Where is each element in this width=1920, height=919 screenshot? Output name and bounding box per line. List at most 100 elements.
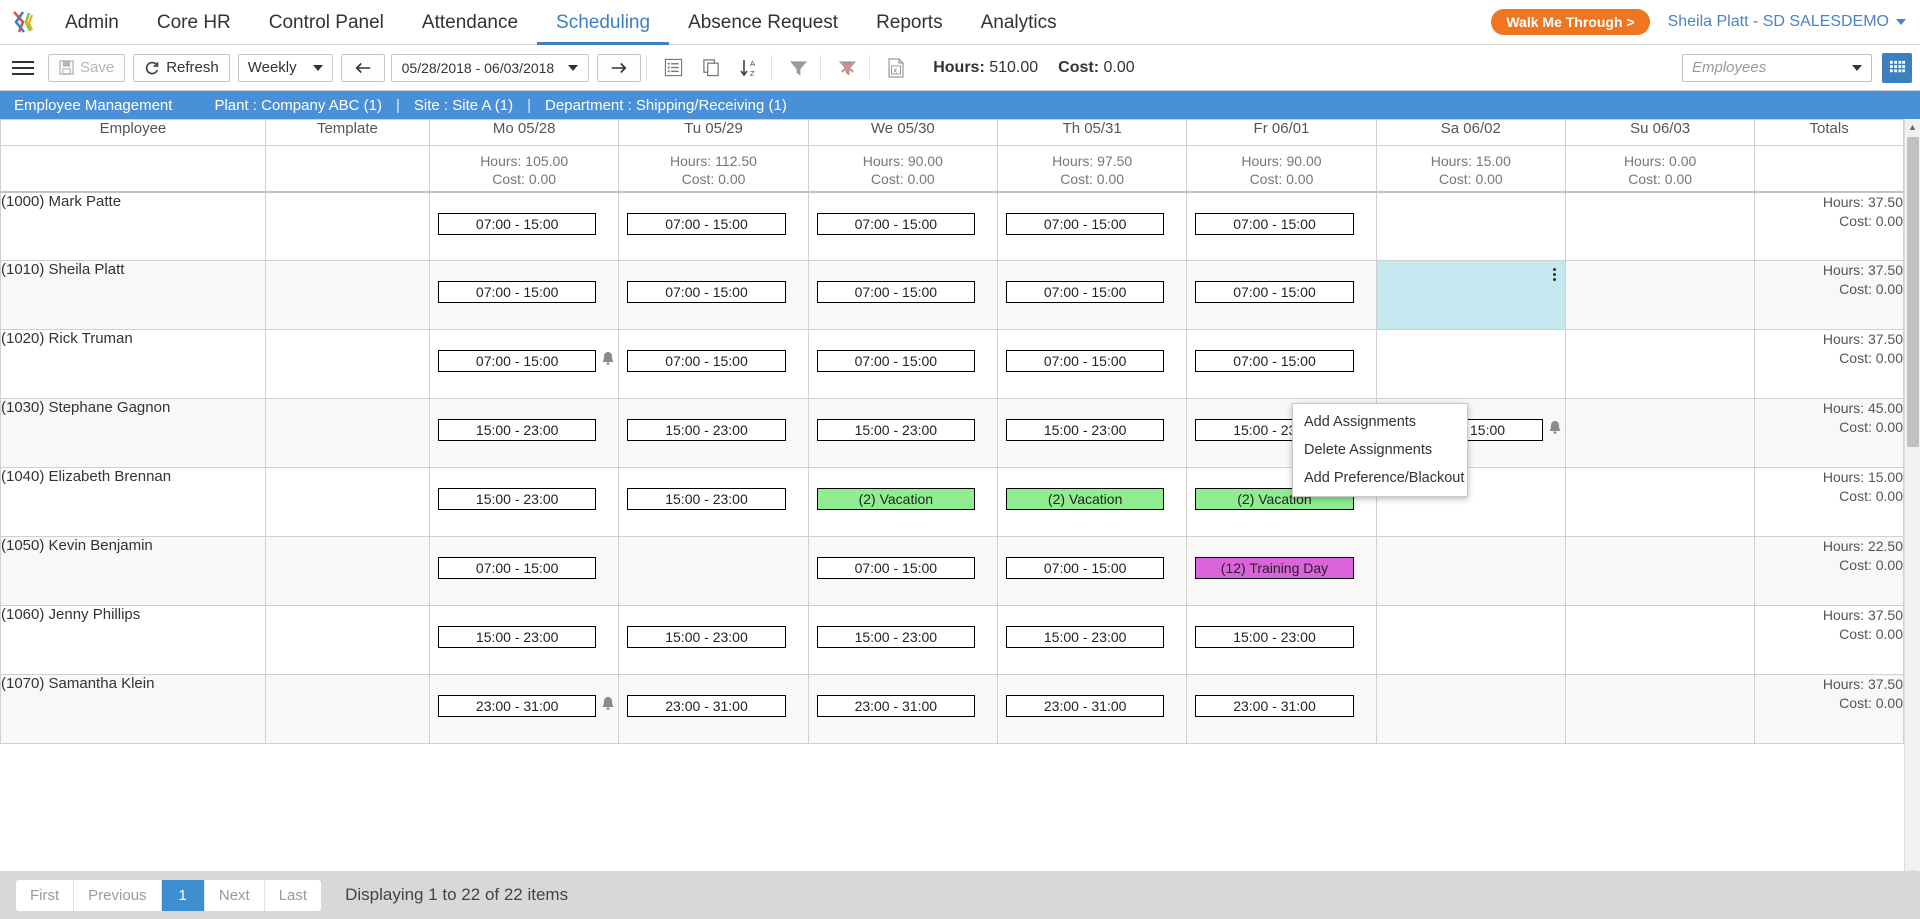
- schedule-day-cell[interactable]: 07:00 - 15:00: [618, 260, 809, 330]
- schedule-day-cell[interactable]: 23:00 - 31:00: [807, 674, 998, 744]
- schedule-day-cell[interactable]: [1375, 674, 1566, 744]
- schedule-day-cell[interactable]: 07:00 - 15:00: [996, 191, 1188, 261]
- schedule-day-cell[interactable]: 07:00 - 15:00: [1186, 260, 1377, 330]
- shift-block[interactable]: 15:00 - 23:00: [627, 488, 786, 510]
- shift-block[interactable]: 07:00 - 15:00: [1005, 281, 1165, 303]
- schedule-day-cell[interactable]: 15:00 - 23:00: [428, 398, 620, 468]
- nav-item-reports[interactable]: Reports: [857, 0, 962, 45]
- schedule-day-cell[interactable]: 15:00 - 23:00: [996, 605, 1188, 675]
- schedule-day-cell[interactable]: 23:00 - 31:00: [1186, 674, 1377, 744]
- schedule-day-cell[interactable]: 15:00 - 23:00: [618, 398, 809, 468]
- schedule-day-cell[interactable]: [1564, 605, 1756, 675]
- clear-filter-button[interactable]: [830, 53, 864, 83]
- shift-block[interactable]: 07:00 - 15:00: [1005, 350, 1165, 372]
- schedule-day-cell[interactable]: [1564, 329, 1756, 399]
- schedule-day-cell[interactable]: 07:00 - 15:00: [807, 191, 998, 261]
- vertical-scrollbar[interactable]: ▲ ▼: [1904, 119, 1920, 881]
- shift-block[interactable]: 07:00 - 15:00: [438, 557, 597, 579]
- shift-block[interactable]: 15:00 - 23:00: [816, 626, 975, 648]
- hamburger-icon[interactable]: [6, 53, 40, 83]
- pagination-previous[interactable]: Previous: [74, 879, 162, 911]
- vacation-block[interactable]: (2) Vacation: [816, 488, 975, 510]
- shift-block[interactable]: 07:00 - 15:00: [816, 350, 975, 372]
- date-range-select[interactable]: 05/28/2018 - 06/03/2018: [390, 53, 590, 82]
- schedule-day-cell[interactable]: 15:00 - 23:00: [618, 605, 809, 675]
- shift-block[interactable]: 07:00 - 15:00: [1195, 281, 1354, 303]
- view-mode-select[interactable]: Weekly: [237, 53, 333, 82]
- nav-item-analytics[interactable]: Analytics: [962, 0, 1076, 45]
- employee-name-cell[interactable]: (1070) Samantha Klein: [0, 674, 266, 744]
- menu-item-add-preference-blackout[interactable]: Add Preference/Blackout: [1293, 464, 1467, 492]
- previous-period-button[interactable]: [340, 53, 385, 82]
- shift-block[interactable]: 15:00 - 23:00: [1195, 626, 1354, 648]
- shift-block[interactable]: 23:00 - 31:00: [438, 695, 597, 717]
- column-header-fr[interactable]: Fr 06/01: [1186, 119, 1377, 146]
- shift-block[interactable]: 07:00 - 15:00: [627, 281, 786, 303]
- column-header-template[interactable]: Template: [264, 119, 431, 146]
- shift-block[interactable]: 07:00 - 15:00: [627, 212, 786, 235]
- shift-block[interactable]: 15:00 - 23:00: [627, 419, 786, 441]
- schedule-day-cell[interactable]: 15:00 - 23:00: [807, 605, 998, 675]
- shift-block[interactable]: 15:00 - 23:00: [438, 626, 597, 648]
- schedule-day-cell[interactable]: 23:00 - 31:00: [428, 674, 620, 744]
- shift-block[interactable]: 23:00 - 31:00: [627, 695, 786, 717]
- schedule-day-cell[interactable]: (2) Vacation: [996, 467, 1188, 537]
- walk-me-through-button[interactable]: Walk Me Through >: [1491, 9, 1650, 35]
- schedule-day-cell[interactable]: 07:00 - 15:00: [428, 191, 620, 261]
- nav-item-scheduling[interactable]: Scheduling: [537, 0, 669, 45]
- employee-name-cell[interactable]: (1000) Mark Patte: [0, 191, 266, 261]
- template-cell[interactable]: [264, 674, 431, 744]
- nav-item-attendance[interactable]: Attendance: [403, 0, 537, 45]
- scrollbar-thumb[interactable]: [1907, 137, 1919, 447]
- schedule-day-cell[interactable]: 15:00 - 23:00: [807, 398, 998, 468]
- user-account-menu[interactable]: Sheila Platt - SD SALESDEMO: [1668, 13, 1906, 31]
- breadcrumb-plant[interactable]: Plant : Company ABC (1): [214, 97, 382, 114]
- shift-block[interactable]: 15:00 - 23:00: [627, 626, 786, 648]
- shift-block[interactable]: 07:00 - 15:00: [1195, 350, 1354, 372]
- menu-item-delete-assignments[interactable]: Delete Assignments: [1293, 436, 1467, 464]
- schedule-day-cell[interactable]: 07:00 - 15:00: [996, 260, 1188, 330]
- schedule-day-cell[interactable]: 07:00 - 15:00: [618, 329, 809, 399]
- shift-block[interactable]: 07:00 - 15:00: [816, 557, 975, 579]
- column-header-su[interactable]: Su 06/03: [1564, 119, 1756, 146]
- filter-button[interactable]: [781, 53, 815, 83]
- shift-block[interactable]: 07:00 - 15:00: [627, 350, 786, 372]
- schedule-day-cell[interactable]: [1564, 674, 1756, 744]
- schedule-day-cell[interactable]: [1375, 329, 1566, 399]
- list-view-button[interactable]: [656, 53, 690, 83]
- shift-block[interactable]: 07:00 - 15:00: [816, 212, 975, 235]
- nav-item-control-panel[interactable]: Control Panel: [250, 0, 403, 45]
- shift-block[interactable]: 23:00 - 31:00: [816, 695, 975, 717]
- logo-icon[interactable]: [0, 0, 46, 45]
- employee-name-cell[interactable]: (1020) Rick Truman: [0, 329, 266, 399]
- template-cell[interactable]: [264, 467, 431, 537]
- schedule-day-cell[interactable]: 07:00 - 15:00: [428, 536, 620, 606]
- shift-block[interactable]: 07:00 - 15:00: [438, 212, 597, 235]
- template-cell[interactable]: [264, 260, 431, 330]
- shift-block[interactable]: 15:00 - 23:00: [438, 419, 597, 441]
- schedule-day-cell[interactable]: 15:00 - 23:00: [428, 605, 620, 675]
- next-period-button[interactable]: [597, 53, 642, 82]
- grid-view-button[interactable]: [1882, 52, 1912, 83]
- employee-name-cell[interactable]: (1030) Stephane Gagnon: [0, 398, 266, 468]
- shift-block[interactable]: 07:00 - 15:00: [438, 350, 597, 372]
- schedule-day-cell[interactable]: 15:00 - 23:00: [428, 467, 620, 537]
- pagination-first[interactable]: First: [16, 879, 75, 911]
- schedule-day-cell[interactable]: 07:00 - 15:00: [807, 260, 998, 330]
- schedule-day-cell[interactable]: 23:00 - 31:00: [618, 674, 809, 744]
- scroll-up-arrow[interactable]: ▲: [1905, 119, 1920, 135]
- column-header-mo[interactable]: Mo 05/28: [428, 119, 620, 146]
- column-header-tu[interactable]: Tu 05/29: [618, 119, 809, 146]
- schedule-day-cell[interactable]: [1375, 536, 1566, 606]
- shift-block[interactable]: 07:00 - 15:00: [438, 281, 597, 303]
- schedule-day-cell[interactable]: 07:00 - 15:00: [1186, 191, 1377, 261]
- employee-name-cell[interactable]: (1010) Sheila Platt: [0, 260, 266, 330]
- column-header-employee[interactable]: Employee: [0, 119, 266, 146]
- schedule-day-cell[interactable]: [1375, 260, 1566, 330]
- schedule-day-cell[interactable]: [1564, 398, 1756, 468]
- excel-export-button[interactable]: x: [879, 53, 913, 83]
- schedule-day-cell[interactable]: [618, 536, 809, 606]
- schedule-day-cell[interactable]: 07:00 - 15:00: [996, 329, 1188, 399]
- schedule-day-cell[interactable]: [1564, 260, 1756, 330]
- shift-block[interactable]: 15:00 - 23:00: [1005, 626, 1165, 648]
